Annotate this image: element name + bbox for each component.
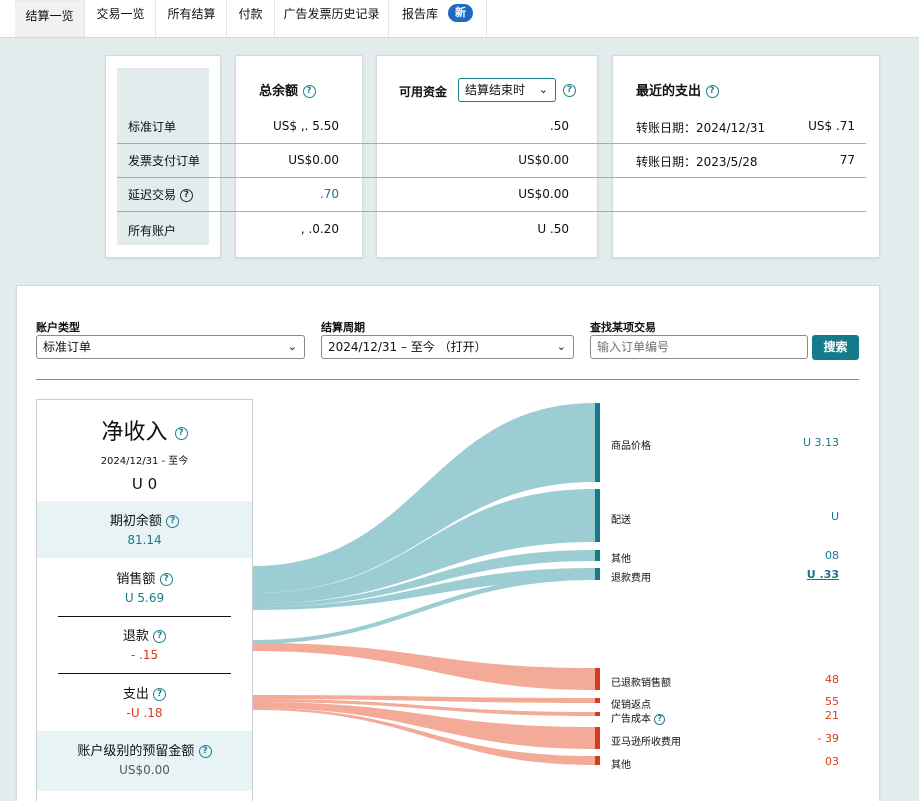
legend-other-income-value[interactable]: 08 — [825, 549, 839, 562]
flow-amazon-fees — [253, 702, 595, 749]
legend-product-price-value[interactable]: U 3.13 — [803, 436, 839, 449]
node-refund-fees — [595, 568, 600, 580]
help-icon[interactable]: ? — [654, 713, 666, 725]
legend-refund-fees: 退款费用 — [611, 573, 651, 584]
legend-ad-cost-value[interactable]: 21 — [825, 709, 839, 722]
node-other-expense — [595, 756, 600, 765]
node-amazon-fees — [595, 727, 600, 749]
node-other-income — [595, 550, 600, 561]
legend-amazon-fees-value[interactable]: - 39 — [818, 732, 839, 745]
legend-shipping: 配送 — [611, 515, 631, 526]
legend-promo-rebate-value[interactable]: 55 — [825, 695, 839, 708]
legend-label-text: 广告成本 — [611, 714, 651, 725]
legend-shipping-value[interactable]: U — [831, 510, 839, 523]
sankey-chart — [253, 403, 600, 765]
node-refunded-sales — [595, 668, 600, 690]
legend-refunded-sales: 已退款销售额 — [611, 678, 671, 689]
legend-refunded-sales-value[interactable]: 48 — [825, 673, 839, 686]
node-ad-cost — [595, 712, 600, 716]
node-shipping — [595, 489, 600, 542]
legend-ad-cost: 广告成本 ? — [611, 710, 666, 725]
legend-other-expense-value[interactable]: 03 — [825, 755, 839, 768]
legend-refund-fees-value[interactable]: U .33 — [807, 568, 839, 581]
legend-other-income: 其他 — [611, 554, 631, 565]
legend-other-expense: 其他 — [611, 760, 631, 771]
legend-amazon-fees: 亚马逊所收费用 — [611, 737, 681, 748]
legend-product-price: 商品价格 — [611, 441, 651, 452]
legend-promo-rebate: 促销返点 — [611, 700, 651, 711]
flow-refunded-sales — [253, 643, 595, 690]
node-product-price — [595, 403, 600, 482]
node-promo-rebate — [595, 698, 600, 703]
